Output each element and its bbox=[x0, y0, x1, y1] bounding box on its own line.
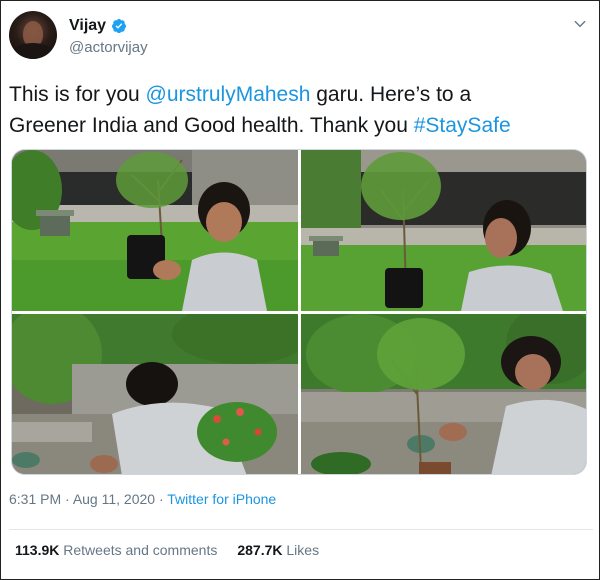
divider bbox=[9, 529, 593, 530]
tweet-text: This is for you @urstrulyMahesh garu. He… bbox=[9, 79, 589, 141]
retweets-stat[interactable]: 113.9K Retweets and comments bbox=[15, 542, 217, 558]
tweet-source-link[interactable]: Twitter for iPhone bbox=[167, 491, 276, 507]
photo-1[interactable] bbox=[12, 150, 298, 311]
media-grid bbox=[11, 149, 587, 475]
meta-separator: · bbox=[155, 491, 168, 507]
photo-2-image bbox=[301, 150, 586, 311]
tweet-stats: 113.9K Retweets and comments 287.7K Like… bbox=[15, 542, 319, 558]
photo-2[interactable] bbox=[301, 150, 586, 311]
photo-4-image bbox=[301, 314, 586, 474]
meta-separator: · bbox=[61, 491, 73, 507]
avatar[interactable] bbox=[9, 11, 57, 59]
retweets-label: Retweets and comments bbox=[59, 542, 218, 558]
tweet-header: Vijay @actorvijay bbox=[9, 9, 593, 65]
likes-label: Likes bbox=[282, 542, 320, 558]
tweet-text-segment: Greener India and Good health. Thank you bbox=[9, 114, 414, 137]
tweet-card: Vijay @actorvijay This is for you @urstr… bbox=[1, 1, 599, 579]
mention-link[interactable]: @urstrulyMahesh bbox=[146, 83, 311, 106]
tweet-timestamp: 6:31 PM · Aug 11, 2020 · Twitter for iPh… bbox=[9, 491, 276, 507]
likes-count: 287.7K bbox=[237, 542, 283, 558]
photo-3[interactable] bbox=[12, 314, 298, 474]
likes-stat[interactable]: 287.7K Likes bbox=[237, 542, 319, 558]
chevron-down-icon[interactable] bbox=[573, 17, 587, 31]
tweet-text-segment: garu. Here’s to a bbox=[310, 83, 472, 106]
author-name-row[interactable]: Vijay bbox=[69, 17, 127, 35]
tweet-time[interactable]: 6:31 PM bbox=[9, 491, 61, 507]
retweets-count: 113.9K bbox=[15, 542, 60, 558]
author-handle[interactable]: @actorvijay bbox=[69, 39, 148, 56]
photo-1-image bbox=[12, 150, 298, 311]
verified-badge-icon bbox=[112, 19, 127, 34]
author-name[interactable]: Vijay bbox=[69, 17, 106, 35]
photo-4[interactable] bbox=[301, 314, 586, 474]
tweet-date[interactable]: Aug 11, 2020 bbox=[73, 491, 155, 507]
photo-3-image bbox=[12, 314, 298, 474]
tweet-text-segment: This is for you bbox=[9, 83, 146, 106]
hashtag-link[interactable]: #StaySafe bbox=[414, 114, 511, 137]
